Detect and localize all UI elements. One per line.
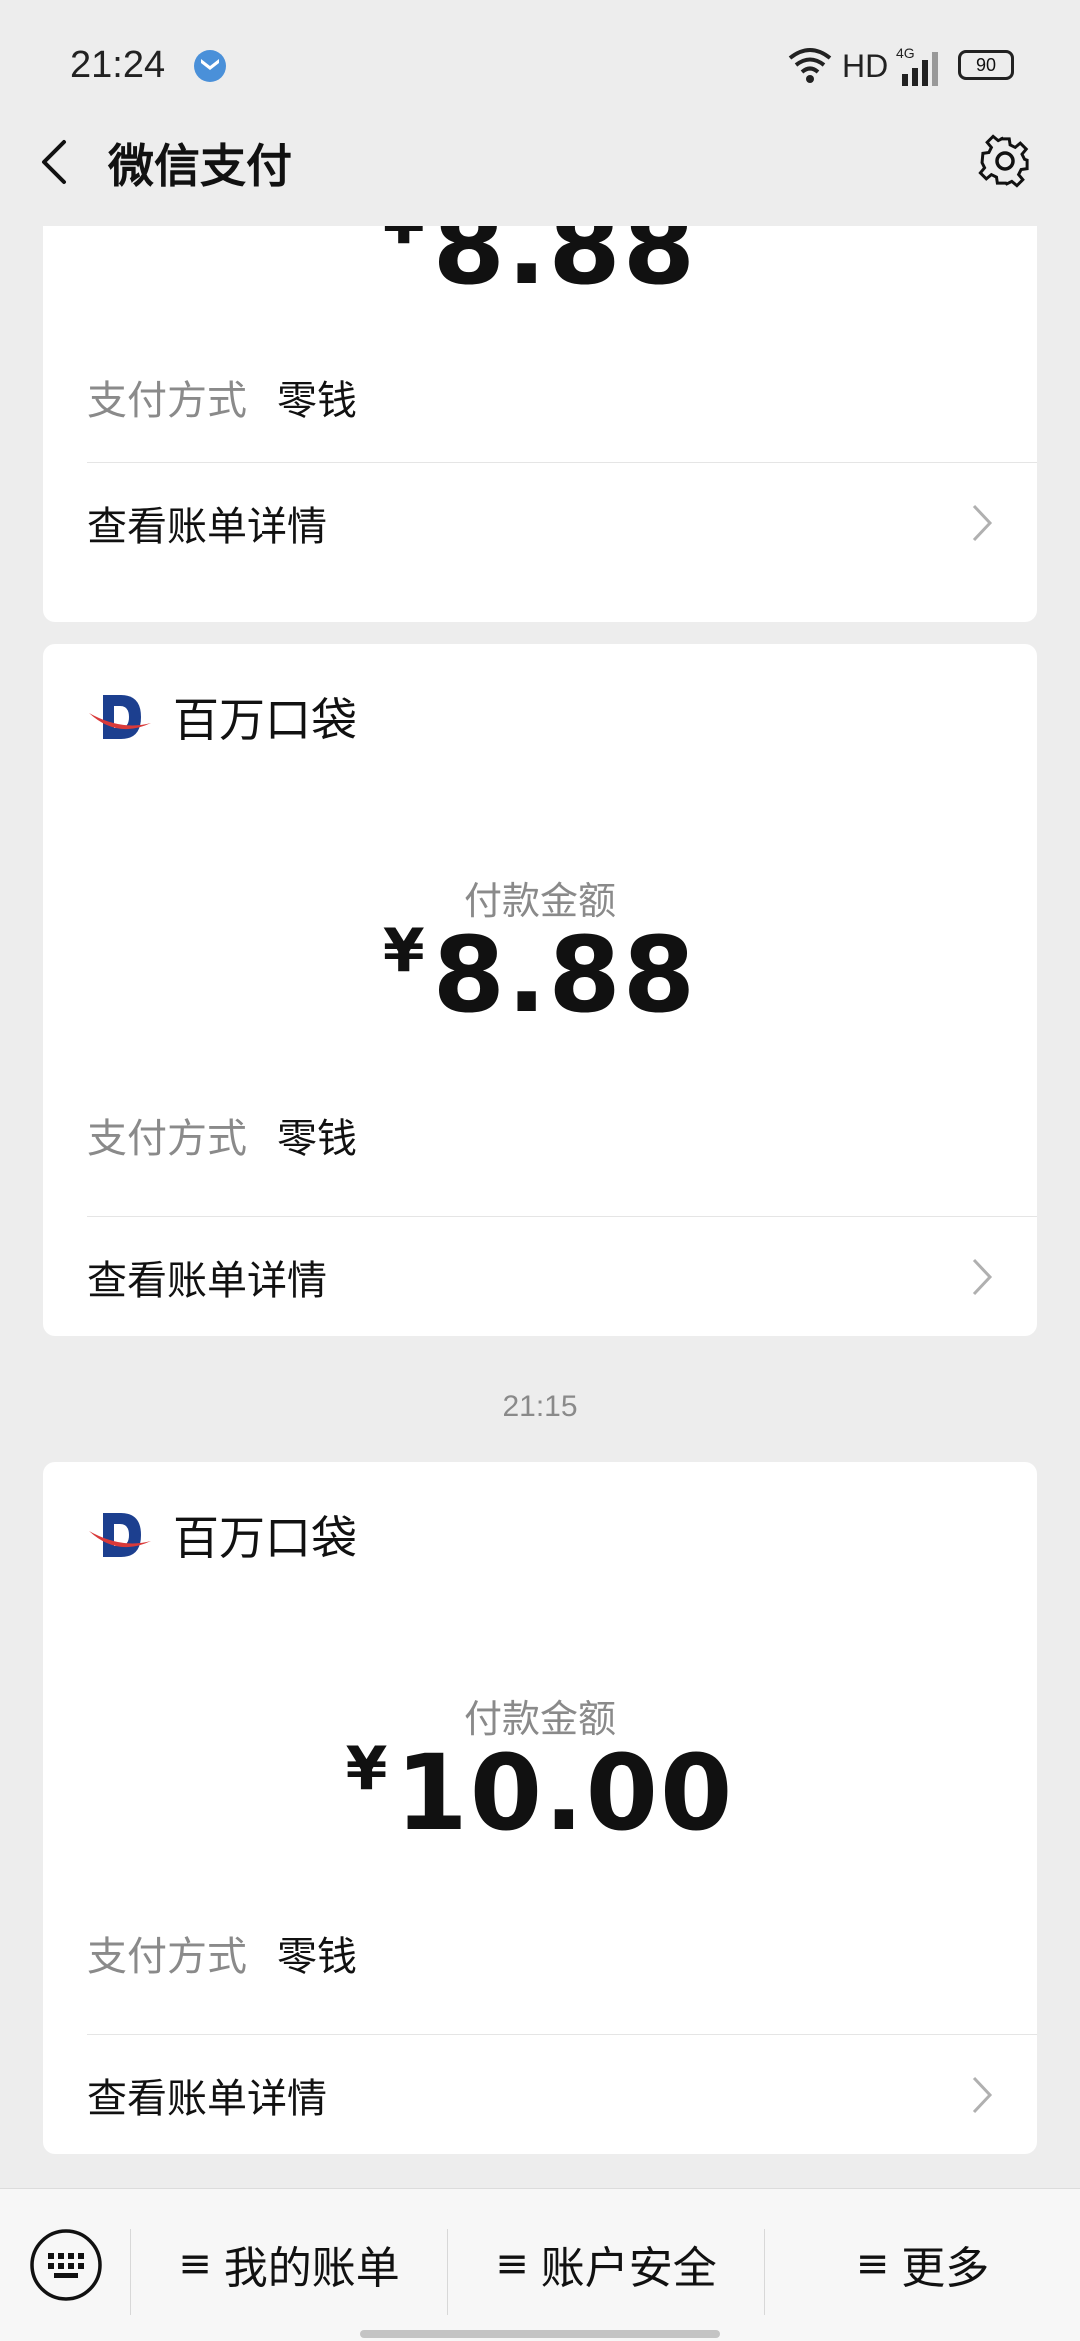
payment-amount: ¥8.88 — [43, 914, 1037, 1036]
pay-method-value: 零钱 — [277, 1116, 357, 1162]
amount-value: 10.00 — [395, 1732, 735, 1854]
menu-my-bills[interactable]: ≡ 我的账单 — [131, 2219, 447, 2309]
chevron-right-icon — [972, 1258, 993, 1296]
menu-more-label: 更多 — [901, 2243, 990, 2294]
network-hd-label: HD — [842, 48, 889, 84]
wifi-icon — [788, 48, 832, 83]
pay-method-label: 支付方式 — [87, 1934, 247, 1980]
menu-hamburger-icon: ≡ — [495, 2241, 529, 2287]
chevron-right-icon — [972, 2076, 993, 2114]
pay-method-row: 支付方式 零钱 — [87, 368, 357, 426]
menu-my-bills-label: 我的账单 — [223, 2243, 400, 2294]
menu-account-security-label: 账户安全 — [540, 2243, 717, 2294]
payment-card: 百万口袋 付款金额 ¥8.88 支付方式 零钱 查看账单详情 — [43, 644, 1037, 1336]
merchant-name: 百万口袋 — [173, 1511, 357, 1565]
menu-hamburger-icon: ≡ — [855, 2241, 890, 2287]
payment-amount: ¥10.00 — [43, 1732, 1037, 1854]
page-title: 微信支付 — [108, 139, 292, 193]
view-bill-details-link[interactable]: 查看账单详情 — [87, 1217, 993, 1337]
payment-card: ¥8.88 支付方式零钱 查看账单详情 — [43, 226, 1037, 622]
menu-account-security[interactable]: ≡ 账户安全 — [448, 2219, 764, 2309]
currency-symbol: ¥ — [382, 916, 427, 986]
pay-method-row: 支付方式 零钱 — [87, 1106, 357, 1164]
keyboard-icon[interactable] — [28, 2227, 104, 2303]
merchant-header: 百万口袋 — [87, 1502, 357, 1568]
pay-method-label: 支付方式 — [87, 378, 247, 424]
bottom-menu-bar: ≡ 我的账单 ≡ 账户安全 ≡ 更多 — [0, 2188, 1080, 2341]
currency-symbol: ¥ — [383, 226, 427, 258]
view-bill-details-link[interactable]: 查看账单详情 — [87, 2035, 993, 2155]
notification-icon — [194, 50, 226, 82]
menu-hamburger-icon: ≡ — [178, 2241, 212, 2287]
merchant-header: 百万口袋 — [87, 684, 357, 750]
signal-icon: 4G — [896, 45, 938, 86]
detail-link-label: 查看账单详情 — [87, 504, 327, 550]
detail-link-label: 查看账单详情 — [87, 1258, 327, 1304]
pay-method-value: 零钱 — [277, 378, 357, 424]
merchant-logo — [89, 1513, 151, 1557]
view-bill-details-link[interactable]: 查看账单详情 — [87, 463, 993, 583]
signal-label: 4G — [896, 45, 915, 61]
amount-value: 8.88 — [432, 226, 698, 308]
gear-icon[interactable] — [976, 132, 1034, 190]
merchant-name: 百万口袋 — [173, 693, 357, 747]
message-list[interactable]: ¥8.88 支付方式零钱 查看账单详情 百万口袋 付款金额 ¥8.88 支 — [0, 226, 1080, 2188]
pay-method-value: 零钱 — [277, 1934, 357, 1980]
status-time: 21:24 — [70, 44, 166, 86]
pay-method-label: 支付方式 — [87, 1116, 247, 1162]
battery-icon: 90 — [958, 50, 1014, 80]
payment-amount: ¥8.88 — [43, 226, 1037, 308]
message-timestamp: 21:15 — [502, 1390, 578, 1423]
chevron-right-icon — [972, 504, 993, 542]
merchant-logo — [89, 695, 151, 739]
back-icon[interactable] — [34, 136, 74, 188]
menu-more[interactable]: ≡ 更多 — [765, 2219, 1080, 2309]
currency-symbol: ¥ — [345, 1734, 390, 1804]
pay-method-row: 支付方式 零钱 — [87, 1924, 357, 1982]
detail-link-label: 查看账单详情 — [87, 2076, 327, 2122]
payment-card: 百万口袋 付款金额 ¥10.00 支付方式 零钱 查看账单详情 — [43, 1462, 1037, 2154]
home-indicator[interactable] — [360, 2330, 720, 2338]
battery-level: 90 — [975, 54, 997, 75]
nav-bar: 微信支付 — [0, 100, 1080, 226]
amount-value: 8.88 — [432, 914, 698, 1036]
